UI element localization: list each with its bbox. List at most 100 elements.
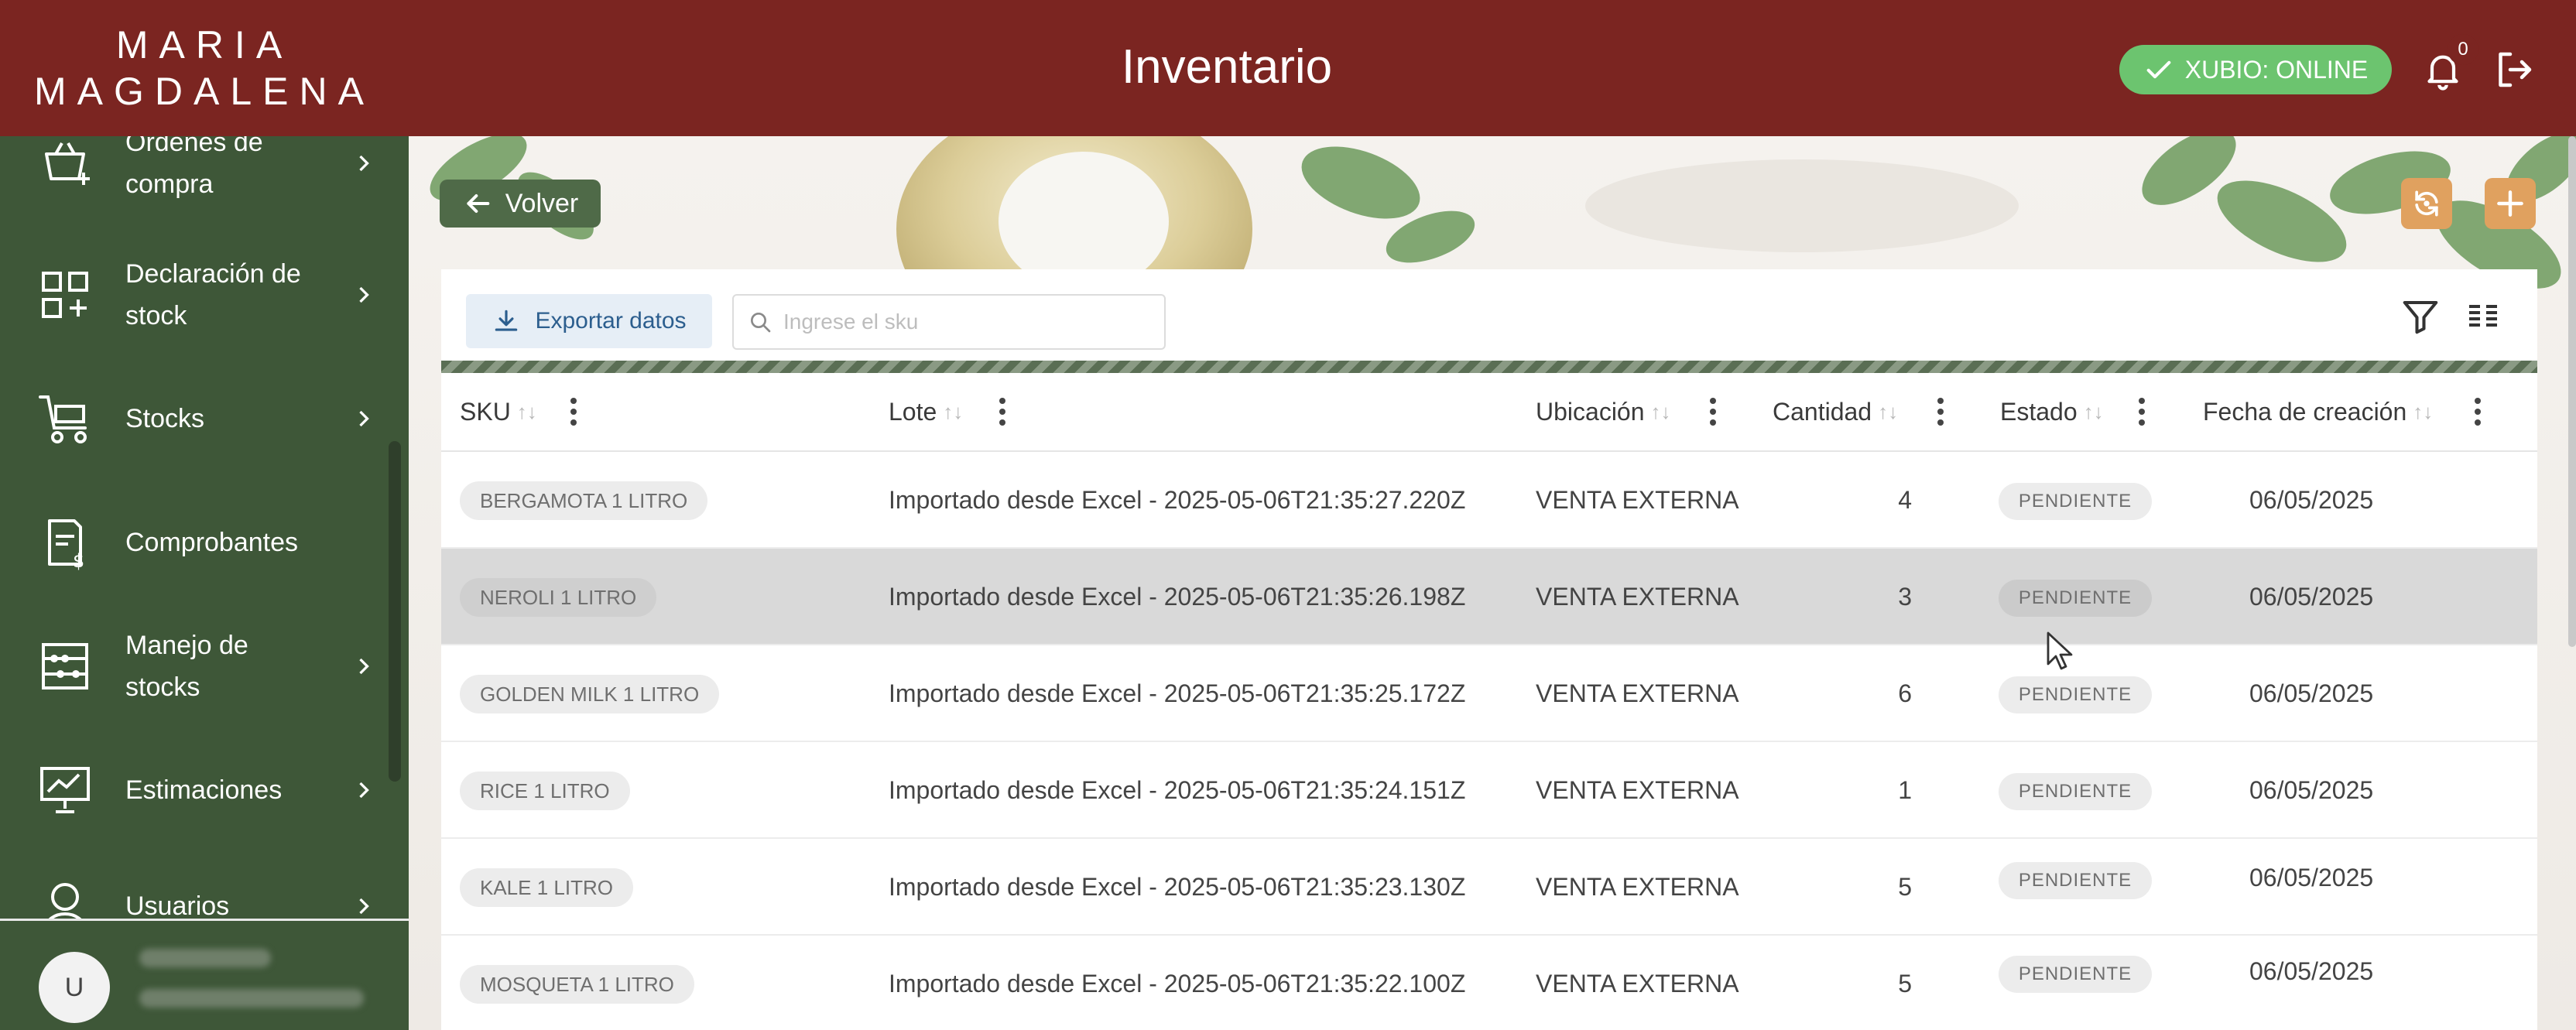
cantidad-cell: 5 — [1898, 970, 1912, 997]
column-header-lote[interactable]: Lote ↑↓ — [889, 373, 963, 450]
sort-icon[interactable]: ↑↓ — [2084, 400, 2104, 424]
table-row[interactable]: KALE 1 LITRO Importado desde Excel - 202… — [441, 839, 2537, 936]
sidebar-item-label: Estimaciones — [125, 775, 283, 805]
sidebar-item-estimaciones[interactable]: Estimaciones — [0, 732, 409, 848]
sort-icon[interactable]: ↑↓ — [1651, 400, 1671, 424]
chevron-right-icon — [350, 776, 378, 804]
chevron-right-icon — [350, 892, 378, 920]
lote-cell: Importado desde Excel - 2025-05-06T21:35… — [889, 776, 1466, 804]
sidebar-item-label: Comprobantes — [125, 528, 299, 557]
sku-chip: KALE 1 LITRO — [460, 868, 633, 907]
export-data-button[interactable]: Exportar datos — [466, 294, 712, 348]
column-menu-icon[interactable] — [570, 396, 577, 427]
export-label: Exportar datos — [535, 308, 687, 334]
column-header-estado[interactable]: Estado ↑↓ — [2000, 373, 2104, 450]
status-badge: PENDIENTE — [1999, 773, 2152, 810]
column-label: Cantidad — [1773, 397, 1872, 426]
user-profile[interactable]: U — [0, 919, 409, 1030]
sku-chip: GOLDEN MILK 1 LITRO — [460, 675, 720, 713]
columns-icon[interactable] — [2465, 299, 2502, 336]
sort-icon[interactable]: ↑↓ — [2413, 400, 2433, 424]
table-toolbar: Exportar datos — [441, 269, 2537, 361]
sku-chip: BERGAMOTA 1 LITRO — [460, 481, 708, 520]
table-row[interactable]: GOLDEN MILK 1 LITRO Importado desde Exce… — [441, 645, 2537, 742]
user-name-redacted — [139, 949, 271, 967]
sync-button[interactable] — [2401, 178, 2452, 229]
cantidad-cell: 5 — [1898, 873, 1912, 901]
sidebar-item-declaracion-de-stock[interactable]: Declaración de stock — [0, 237, 409, 353]
trolley-icon — [34, 388, 96, 450]
user-email-redacted — [139, 989, 364, 1008]
app-header: MARIA MAGDALENA Inventario XUBIO: ONLINE… — [0, 0, 2576, 136]
sort-icon[interactable]: ↑↓ — [517, 400, 537, 424]
sku-chip: RICE 1 LITRO — [460, 772, 630, 810]
lote-cell: Importado desde Excel - 2025-05-06T21:35… — [889, 486, 1466, 514]
column-header-sku[interactable]: SKU ↑↓ — [460, 373, 537, 450]
receipt-icon: $ — [34, 512, 96, 573]
brand-line2: MAGDALENA — [34, 70, 375, 113]
table-row[interactable]: NEROLI 1 LITRO Importado desde Excel - 2… — [441, 549, 2537, 645]
fecha-cell: 06/05/2025 — [2249, 583, 2374, 611]
search-input[interactable] — [783, 299, 1155, 345]
sku-chip: NEROLI 1 LITRO — [460, 578, 657, 617]
sidebar-item-label: Órdenes de compra — [125, 136, 263, 199]
status-badge: PENDIENTE — [1999, 862, 2152, 899]
fecha-cell: 06/05/2025 — [2249, 486, 2374, 514]
sidebar-item-label: Stocks — [125, 404, 205, 433]
chart-presentation-icon — [34, 759, 96, 821]
column-header-fecha[interactable]: Fecha de creación ↑↓ — [2203, 373, 2433, 450]
chevron-right-icon — [350, 149, 378, 177]
column-menu-icon[interactable] — [999, 396, 1006, 427]
lote-cell: Importado desde Excel - 2025-05-06T21:35… — [889, 583, 1466, 611]
mouse-cursor-icon — [2047, 631, 2073, 670]
fecha-cell: 06/05/2025 — [2249, 864, 2374, 891]
arrow-left-icon — [467, 194, 490, 213]
status-label: XUBIO: ONLINE — [2184, 55, 2369, 84]
lote-cell: Importado desde Excel - 2025-05-06T21:35… — [889, 970, 1466, 997]
add-button[interactable] — [2485, 178, 2536, 229]
sort-icon[interactable]: ↑↓ — [1878, 400, 1898, 424]
column-menu-icon[interactable] — [2138, 396, 2146, 427]
brand-logo[interactable]: MARIA MAGDALENA — [0, 0, 409, 136]
back-button[interactable]: Volver — [440, 180, 601, 228]
ubicacion-cell: VENTA EXTERNA — [1536, 583, 1739, 611]
sort-icon[interactable]: ↑↓ — [943, 400, 963, 424]
status-badge: PENDIENTE — [1999, 956, 2152, 993]
page-scrollbar[interactable] — [2568, 136, 2576, 647]
column-label: Ubicación — [1536, 397, 1645, 426]
sidebar-item-stocks[interactable]: Stocks — [0, 361, 409, 477]
sidebar-scrollbar[interactable] — [389, 441, 401, 782]
column-label: Lote — [889, 397, 937, 426]
cart-plus-icon — [34, 136, 96, 194]
download-icon — [495, 310, 518, 331]
lote-cell: Importado desde Excel - 2025-05-06T21:35… — [889, 679, 1466, 707]
sync-icon — [2415, 190, 2438, 217]
cantidad-cell: 4 — [1898, 486, 1912, 514]
sidebar-item-comprobantes[interactable]: $ Comprobantes — [0, 484, 409, 601]
search-icon — [751, 313, 771, 333]
table-row[interactable]: BERGAMOTA 1 LITRO Importado desde Excel … — [441, 452, 2537, 549]
header-divider — [441, 361, 2537, 373]
status-badge: PENDIENTE — [1999, 483, 2152, 520]
status-badge: PENDIENTE — [1999, 676, 2152, 713]
column-menu-icon[interactable] — [1709, 396, 1717, 427]
sidebar-item-manejo-de-stocks[interactable]: Manejo de stocks — [0, 608, 409, 724]
logout-button[interactable] — [2491, 46, 2537, 93]
page-title: Inventario — [1121, 40, 1333, 94]
check-icon — [2146, 60, 2171, 79]
filter-icon[interactable] — [2400, 296, 2441, 337]
column-menu-icon[interactable] — [1937, 396, 1944, 427]
column-header-ubicacion[interactable]: Ubicación ↑↓ — [1536, 373, 1671, 450]
chevron-right-icon — [350, 652, 378, 680]
ubicacion-cell: VENTA EXTERNA — [1536, 970, 1739, 997]
chevron-right-icon — [350, 281, 378, 309]
column-label: Estado — [2000, 397, 2078, 426]
ubicacion-cell: VENTA EXTERNA — [1536, 486, 1739, 514]
table-row[interactable]: MOSQUETA 1 LITRO Importado desde Excel -… — [441, 936, 2537, 1030]
table-row[interactable]: RICE 1 LITRO Importado desde Excel - 202… — [441, 742, 2537, 839]
column-header-cantidad[interactable]: Cantidad ↑↓ — [1773, 373, 1898, 450]
column-menu-icon[interactable] — [2474, 396, 2482, 427]
sidebar: Órdenes de compra Declaración de stock S… — [0, 136, 409, 1030]
sidebar-item-ordenes-de-compra[interactable]: Órdenes de compra — [0, 136, 409, 221]
abacus-icon — [34, 635, 96, 697]
